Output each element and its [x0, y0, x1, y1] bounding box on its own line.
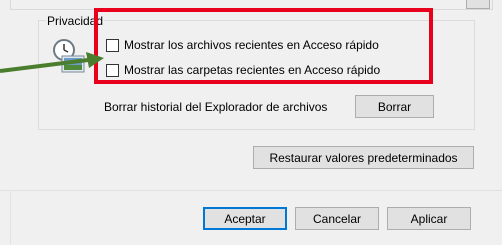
ok-button[interactable]: Aceptar: [203, 207, 287, 230]
clear-history-label: Borrar historial del Explorador de archi…: [104, 100, 328, 114]
clock-document-icon: [53, 39, 85, 73]
clear-button[interactable]: Borrar: [355, 95, 434, 118]
red-highlight-box: [94, 8, 433, 84]
partial-button[interactable]: [466, 0, 490, 9]
restore-defaults-button[interactable]: Restaurar valores predeterminados: [253, 146, 474, 169]
dialog-separator: [0, 190, 502, 191]
apply-button[interactable]: Aplicar: [387, 207, 471, 230]
dialog-left-edge: [0, 190, 11, 245]
cancel-button[interactable]: Cancelar: [295, 207, 379, 230]
